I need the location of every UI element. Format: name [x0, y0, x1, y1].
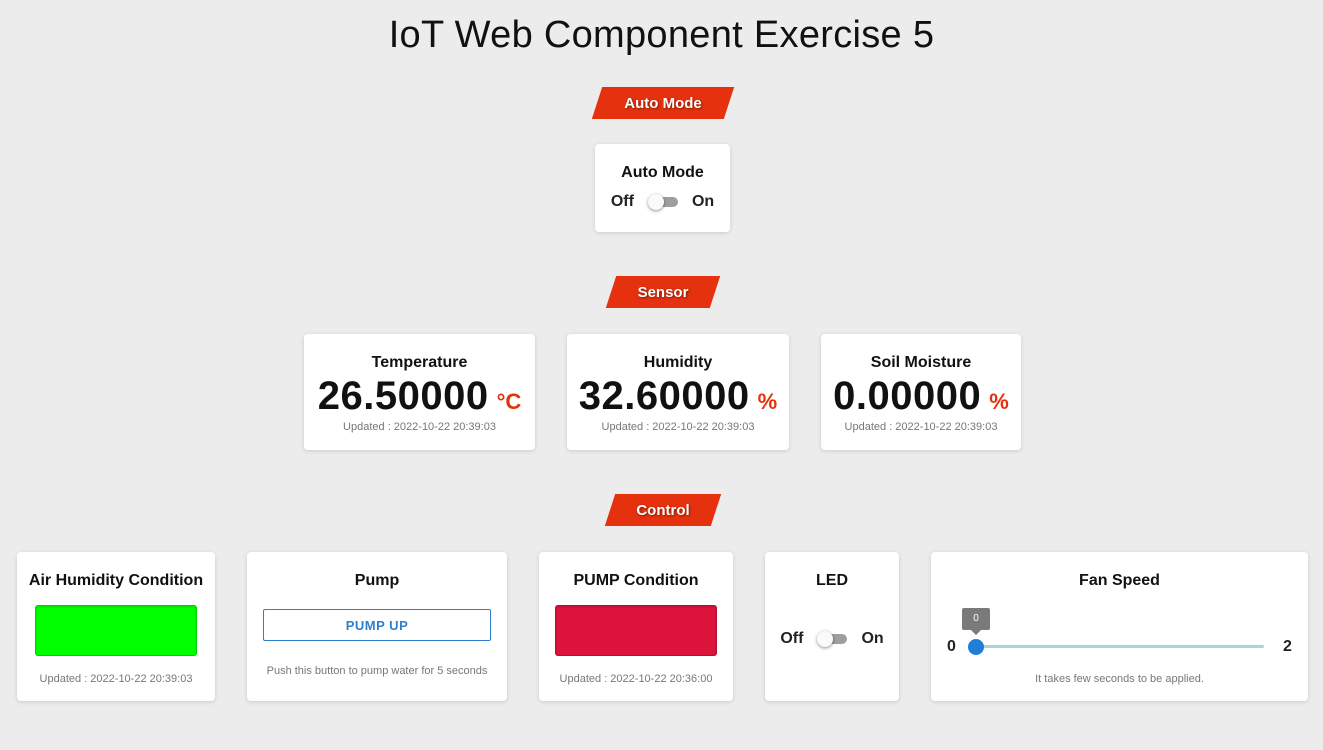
fan-speed-hint: It takes few seconds to be applied. [1035, 673, 1204, 685]
section-label-sensor: Sensor [605, 276, 721, 308]
pump-card: Pump PUMP UP Push this button to pump wa… [247, 552, 507, 701]
auto-mode-switch[interactable] [647, 194, 678, 210]
pump-condition-updated: Updated : 2022-10-22 20:36:00 [559, 673, 713, 685]
section-label-text: Auto Mode [624, 94, 702, 112]
humidity-unit: % [757, 389, 778, 414]
section-label-text: Sensor [637, 283, 689, 301]
fan-speed-slider-thumb[interactable] [968, 639, 984, 655]
pump-condition-title: PUMP Condition [573, 572, 699, 589]
led-card: LED Off On [765, 552, 899, 701]
fan-speed-title: Fan Speed [1079, 572, 1160, 589]
fan-speed-slider-track[interactable] [976, 645, 1264, 648]
fan-speed-value-tooltip: 0 [962, 608, 990, 635]
air-humidity-updated: Updated : 2022-10-22 20:39:03 [39, 673, 193, 685]
fan-speed-min-label: 0 [947, 638, 956, 655]
auto-mode-off-label: Off [610, 193, 634, 210]
pump-title: Pump [354, 572, 400, 589]
temperature-card: Temperature 26.50000 °C Updated : 2022-1… [304, 334, 535, 450]
auto-mode-card-title: Auto Mode [621, 164, 704, 181]
temperature-title: Temperature [371, 354, 468, 371]
led-toggle-row: Off On [765, 630, 899, 648]
soil-moisture-updated: Updated : 2022-10-22 20:39:03 [844, 421, 998, 433]
humidity-value: 32.60000 [578, 374, 750, 418]
temperature-updated: Updated : 2022-10-22 20:39:03 [343, 421, 496, 433]
led-switch[interactable] [817, 631, 848, 647]
air-humidity-status-indicator [35, 605, 197, 656]
air-humidity-condition-card: Air Humidity Condition Updated : 2022-10… [17, 552, 215, 701]
led-off-label: Off [780, 630, 804, 647]
fan-speed-max-label: 2 [1283, 638, 1292, 655]
section-label-control: Control [604, 494, 722, 526]
auto-mode-on-label: On [691, 193, 715, 210]
pump-condition-card: PUMP Condition Updated : 2022-10-22 20:3… [539, 552, 733, 701]
fan-speed-card: Fan Speed 0 0 2 It takes few seconds to … [931, 552, 1308, 701]
soil-moisture-unit: % [989, 389, 1009, 414]
air-humidity-condition-title: Air Humidity Condition [28, 572, 204, 589]
page-title: IoT Web Component Exercise 5 [388, 14, 935, 56]
led-title: LED [816, 572, 848, 589]
temperature-unit: °C [496, 389, 522, 414]
auto-mode-card: Auto Mode Off On [595, 144, 730, 232]
temperature-value: 26.50000 [317, 374, 489, 418]
section-label-auto-mode: Auto Mode [591, 87, 735, 119]
soil-moisture-title: Soil Moisture [870, 354, 972, 371]
section-label-text: Control [636, 501, 690, 519]
humidity-title: Humidity [643, 354, 713, 371]
pump-hint: Push this button to pump water for 5 sec… [266, 665, 488, 677]
switch-thumb [817, 631, 834, 647]
pump-up-button[interactable]: PUMP UP [263, 609, 491, 641]
soil-moisture-card: Soil Moisture 0.00000 % Updated : 2022-1… [821, 334, 1021, 450]
soil-moisture-value: 0.00000 [833, 374, 982, 418]
humidity-updated: Updated : 2022-10-22 20:39:03 [601, 421, 755, 433]
auto-mode-toggle-row: Off On [595, 193, 730, 211]
led-on-label: On [861, 630, 884, 647]
humidity-card: Humidity 32.60000 % Updated : 2022-10-22… [567, 334, 789, 450]
pump-condition-status-indicator [555, 605, 717, 656]
switch-thumb [647, 194, 664, 210]
